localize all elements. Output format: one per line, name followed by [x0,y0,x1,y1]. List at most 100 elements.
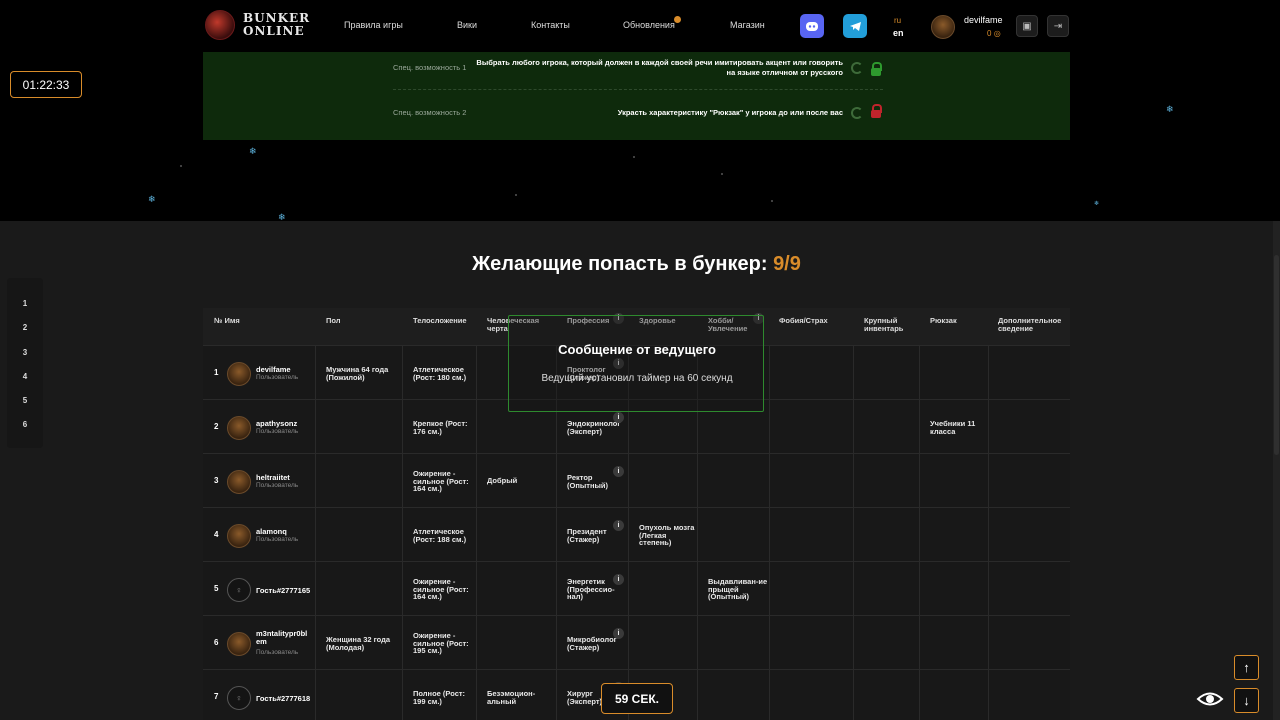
player-avatar[interactable] [227,362,251,386]
info-icon[interactable]: i [613,628,624,639]
col-header-phobia: Фобия/Страх [779,316,828,325]
cell-body: Ожирение - сильное (Рост: 195 см.) [413,631,469,655]
info-icon[interactable]: i [613,466,624,477]
column-divider [988,670,989,720]
unlocked-icon[interactable] [871,62,882,76]
info-icon[interactable]: i [613,412,624,423]
column-divider [315,454,316,508]
column-divider [853,508,854,562]
player-avatar[interactable] [227,524,251,548]
game-timer: 01:22:33 [10,71,82,98]
telegram-button[interactable] [843,14,867,38]
column-divider [315,346,316,400]
player-avatar[interactable] [227,470,251,494]
column-divider [628,508,629,562]
column-divider [769,616,770,670]
lang-en-option[interactable]: en [893,28,904,38]
special-abilities-panel: Спец. возможность 1 Выбрать любого игрок… [203,52,1070,140]
cell-hobby: Выдавливан-ие прыщей (Опытный) [708,577,768,601]
discord-button[interactable] [800,14,824,38]
scroll-up-button[interactable]: ↑ [1234,655,1259,680]
info-icon[interactable]: i [613,520,624,531]
coin-icon: ◎ [993,29,1001,38]
column-divider [697,670,698,720]
players-count: 9/9 [773,253,801,275]
star-dot [515,194,517,196]
column-divider [919,400,920,454]
player-name[interactable]: Гость#2777165 [256,586,310,595]
cell-trait: Безэмоцион-альный [487,689,536,706]
ability-text: Украсть характеристику "Рюкзак" у игрока… [617,108,843,117]
column-divider [853,454,854,508]
column-divider [402,562,403,616]
player-avatar[interactable] [227,632,251,656]
side-num-item[interactable]: 2 [7,323,43,332]
ability-row-1: Спец. возможность 1 Выбрать любого игрок… [393,58,883,100]
eye-icon[interactable] [1196,689,1224,709]
header-avatar[interactable] [931,15,955,39]
cell-bag: Учебники 11 класса [930,419,976,436]
lang-ru-option[interactable]: ru [894,16,901,25]
cell-body: Крепкое (Рост: 176 см.) [413,419,468,436]
cell-body: Полное (Рост: 199 см.) [413,689,466,706]
player-name[interactable]: heltraiitet [256,473,290,482]
side-num-item[interactable]: 5 [7,396,43,405]
telegram-icon [849,21,861,31]
col-header-extra: Дополнительное сведение [998,316,1062,333]
player-name[interactable]: devilfame [256,365,291,374]
guest-avatar-icon[interactable]: ♀ [227,686,251,710]
side-num-item[interactable]: 3 [7,348,43,357]
locked-icon[interactable] [871,104,882,118]
page-scrollbar-thumb[interactable] [1274,255,1279,455]
column-divider [628,562,629,616]
side-num-item[interactable]: 1 [7,299,43,308]
nav-contacts-link[interactable]: Контакты [531,20,570,30]
nav-shop-link[interactable]: Магазин [730,20,765,30]
nav-rules-link[interactable]: Правила игры [344,20,403,30]
column-divider [919,616,920,670]
side-num-item[interactable]: 6 [7,420,43,429]
ability-divider [393,89,883,90]
nav-wiki-link[interactable]: Вики [457,20,477,30]
player-avatar[interactable] [227,416,251,440]
cell-body: Ожирение - сильное (Рост: 164 см.) [413,469,469,493]
player-name[interactable]: m3ntalitypr0bl em [256,630,314,646]
inventory-button[interactable]: ▣ [1016,15,1038,37]
column-divider [556,670,557,720]
refresh-icon[interactable] [851,62,863,74]
column-divider [769,562,770,616]
row-number: 7 [214,692,219,701]
table-row: 4 alamonq Пользователь Атлетическое (Рост: … [203,507,1070,562]
column-divider [402,508,403,562]
column-divider [853,400,854,454]
column-divider [988,616,989,670]
guest-avatar-icon[interactable]: ♀ [227,578,251,602]
player-role: Пользователь [256,374,299,381]
column-divider [988,346,989,400]
player-name[interactable]: Гость#2777618 [256,694,310,703]
snowflake-icon: ❄ [1166,104,1174,114]
box-icon: ▣ [1022,20,1032,32]
info-icon[interactable]: i [613,574,624,585]
refresh-icon[interactable] [851,107,863,119]
column-divider [556,616,557,670]
site-logo[interactable]: BUNKER ONLINE [205,10,310,40]
header-balance: 0 ◎ [987,29,1001,38]
player-role: Пользователь [256,536,299,543]
header-username[interactable]: devilfame [964,15,1003,25]
host-message-title: Сообщение от ведущего [558,342,716,357]
updates-badge [673,16,681,23]
scroll-down-button[interactable]: ↓ [1234,688,1259,713]
turn-countdown: 59 СЕК. [601,683,673,714]
column-divider [315,400,316,454]
arrow-up-icon: ↑ [1243,660,1250,675]
column-divider [919,346,920,400]
player-name[interactable]: apathysonz [256,419,297,428]
nav-updates-link[interactable]: Обновления [623,16,681,30]
snowflake-icon: ❄ [249,146,257,156]
player-name[interactable]: alamonq [256,527,287,536]
logout-button[interactable]: ⇥ [1047,15,1069,37]
column-divider [919,454,920,508]
side-num-item[interactable]: 4 [7,372,43,381]
row-number: 1 [214,368,219,377]
